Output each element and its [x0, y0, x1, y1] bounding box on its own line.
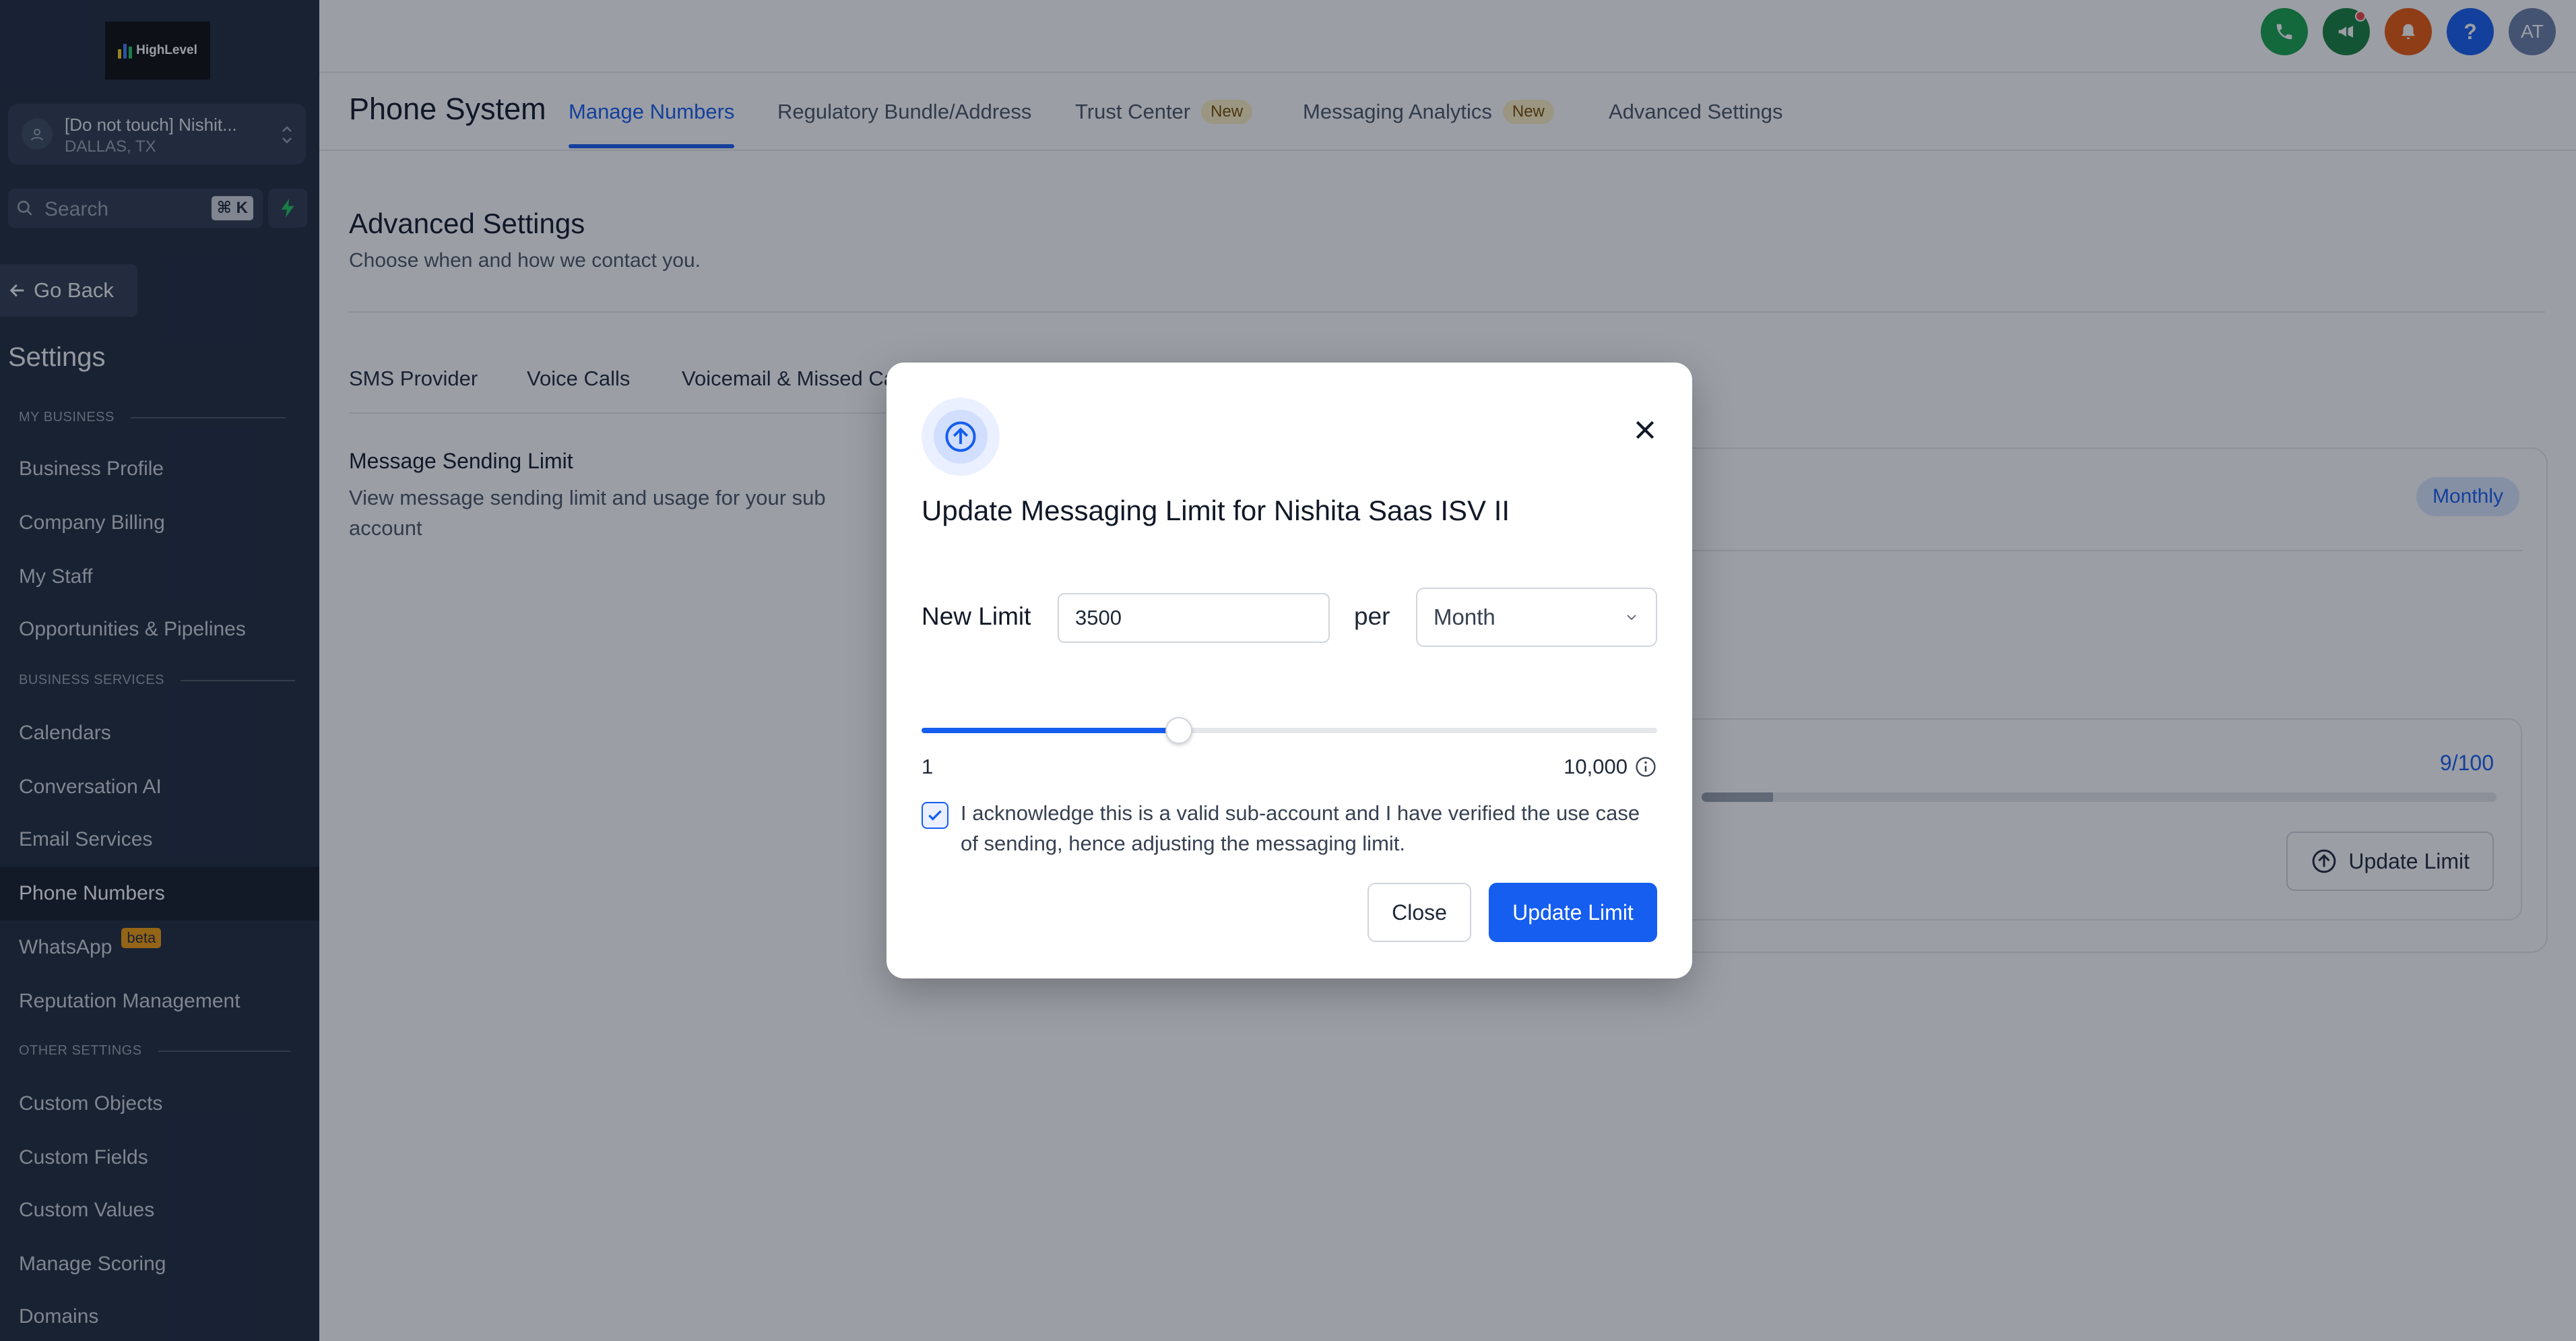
chevron-down-icon [1627, 615, 1636, 621]
close-button[interactable]: Close [1367, 883, 1471, 942]
modal-title: Update Messaging Limit for Nishita Saas … [922, 495, 1510, 526]
update-messaging-limit-modal: Update Messaging Limit for Nishita Saas … [887, 363, 1692, 978]
acknowledge-text: I acknowledge this is a valid sub-accoun… [961, 801, 1640, 855]
new-limit-label: New Limit [922, 602, 1031, 630]
period-select-value: Month [1434, 604, 1495, 629]
period-select[interactable]: Month [1416, 588, 1657, 647]
close-icon[interactable] [1632, 416, 1659, 443]
limit-slider[interactable] [922, 717, 1657, 744]
arrow-up-circle-icon [945, 421, 976, 452]
check-icon [928, 810, 942, 821]
slider-min-label: 1 [922, 755, 934, 778]
acknowledge-checkbox[interactable] [922, 802, 948, 829]
slider-max-label: 10,000 [1564, 755, 1657, 779]
per-label: per [1354, 602, 1390, 630]
modal-icon [922, 398, 1000, 476]
slider-thumb[interactable] [1165, 717, 1193, 744]
info-icon[interactable] [1634, 755, 1657, 778]
update-limit-button[interactable]: Update Limit [1489, 883, 1657, 942]
slider-fill [922, 728, 1180, 733]
new-limit-input[interactable] [1058, 593, 1330, 643]
